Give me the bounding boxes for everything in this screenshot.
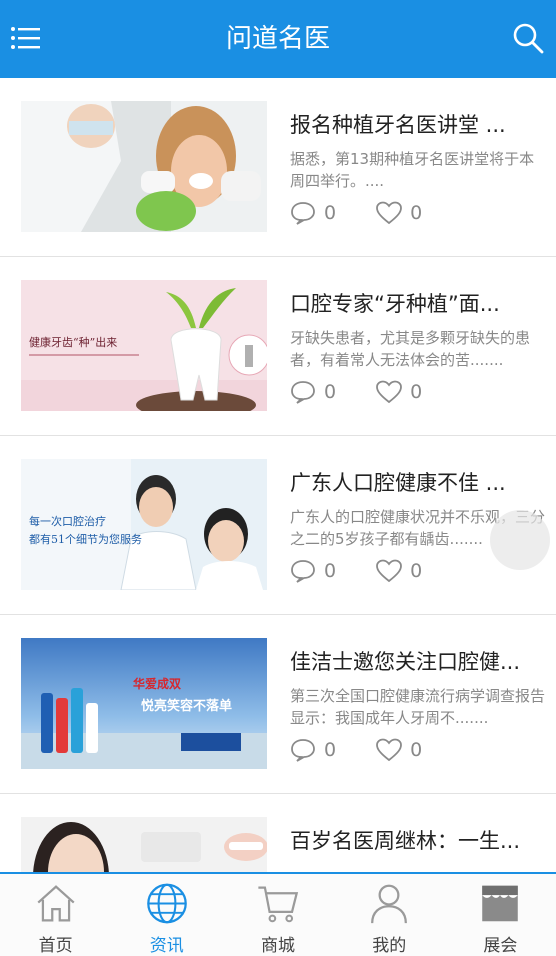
globe-icon — [146, 883, 187, 924]
toothpaste-ad-banner: 华爱成双 悦亮笑容不落单 — [21, 638, 267, 769]
home-icon — [37, 885, 75, 922]
comment-count-value: 0 — [324, 381, 337, 403]
comment-count-value: 0 — [324, 739, 337, 761]
like-count-value: 0 — [410, 202, 423, 224]
dentist-patient-photo — [21, 101, 267, 232]
article-stats: 0 0 — [290, 558, 462, 584]
search-icon[interactable] — [512, 22, 544, 54]
like-count-value: 0 — [410, 560, 423, 582]
store-icon — [482, 885, 519, 922]
heart-icon — [376, 201, 402, 225]
banner-text-2: 悦亮笑容不落单 — [141, 698, 232, 714]
page-title: 问道名医 — [225, 24, 330, 54]
list-item[interactable]: 每一次口腔治疗 都有51个细节为您服务 广东人口腔健康不佳 ... 广东人的口腔… — [0, 436, 556, 615]
tab-label: 商城 — [261, 936, 295, 956]
article-summary — [290, 864, 548, 872]
list-item[interactable]: 华爱成双 悦亮笑容不落单 佳洁士邀您关注口腔健... 第三次全国口腔健康流行病学… — [0, 615, 556, 794]
article-summary: 据悉，第13期种植牙名医讲堂将于本周四举行。.... — [290, 150, 535, 190]
article-thumbnail[interactable] — [21, 101, 267, 232]
article-stats: 0 0 — [290, 379, 462, 405]
article-thumbnail[interactable]: 健康牙齿“种”出来 — [21, 280, 267, 411]
article-title[interactable]: 佳洁士邀您关注口腔健... — [290, 647, 548, 677]
like-count-value: 0 — [410, 739, 423, 761]
banner-text-2: 都有51个细节为您服务 — [29, 532, 142, 546]
list-item[interactable]: 百岁名医周继林：一生... — [0, 794, 556, 872]
article-thumbnail[interactable]: 华爱成双 悦亮笑容不落单 — [21, 638, 267, 769]
banner-text: 健康牙齿“种”出来 — [29, 335, 117, 349]
article-stats: 0 0 — [290, 737, 462, 763]
list-item[interactable]: 健康牙齿“种”出来 口腔专家“牙种植”面... 牙缺失患者，尤其是多颗牙缺失的患… — [0, 257, 556, 436]
like-count-value: 0 — [410, 381, 423, 403]
list-item[interactable]: 报名种植牙名医讲堂 ... 据悉，第13期种植牙名医讲堂将于本周四举行。....… — [0, 78, 556, 257]
article-thumbnail[interactable]: 每一次口腔治疗 都有51个细节为您服务 — [21, 459, 267, 590]
comment-count-value: 0 — [324, 202, 337, 224]
tab-label: 首页 — [38, 936, 73, 956]
tab-shop[interactable]: 商城 — [222, 874, 333, 956]
tab-home[interactable]: 首页 — [0, 874, 111, 956]
bottom-tab-bar: 首页 资讯 商城 我的 展会 — [0, 872, 556, 956]
app-header: 问道名医 — [0, 0, 556, 78]
user-icon — [371, 884, 408, 924]
article-list[interactable]: 报名种植牙名医讲堂 ... 据悉，第13期种植牙名医讲堂将于本周四举行。....… — [0, 78, 556, 872]
tab-news[interactable]: 资讯 — [111, 874, 222, 956]
comment-icon — [291, 739, 315, 762]
comment-count[interactable]: 0 — [290, 201, 336, 225]
article-title[interactable]: 口腔专家“牙种植”面... — [290, 289, 548, 319]
healthy-tooth-banner: 健康牙齿“种”出来 — [21, 280, 267, 411]
like-count[interactable]: 0 — [376, 201, 422, 225]
heart-icon — [376, 559, 402, 583]
heart-icon — [376, 738, 402, 762]
article-thumbnail[interactable] — [21, 817, 267, 872]
comment-icon — [291, 381, 315, 404]
tab-expo[interactable]: 展会 — [445, 874, 556, 956]
article-summary: 牙缺失患者，尤其是多颗牙缺失的患者，有着常人无法体会的苦....... — [290, 329, 531, 369]
like-count[interactable]: 0 — [376, 380, 422, 404]
cart-icon — [258, 886, 299, 923]
dental-service-banner: 每一次口腔治疗 都有51个细节为您服务 — [21, 459, 267, 590]
tab-label: 展会 — [483, 936, 518, 956]
banner-text-1: 每一次口腔治疗 — [29, 514, 106, 528]
heart-icon — [376, 380, 402, 404]
banner-text-1: 华爱成双 — [133, 676, 181, 691]
comment-count-value: 0 — [324, 560, 337, 582]
comment-count[interactable]: 0 — [290, 559, 336, 583]
smile-photo — [21, 817, 267, 872]
scroll-indicator[interactable] — [490, 510, 550, 570]
comment-count[interactable]: 0 — [290, 380, 336, 404]
tab-mine[interactable]: 我的 — [334, 874, 445, 956]
comment-count[interactable]: 0 — [290, 738, 336, 762]
comment-icon — [291, 560, 315, 583]
article-title[interactable]: 报名种植牙名医讲堂 ... — [290, 110, 548, 140]
tab-label: 我的 — [372, 936, 407, 956]
article-stats: 0 0 — [290, 200, 462, 226]
tab-label: 资讯 — [149, 936, 184, 956]
like-count[interactable]: 0 — [376, 738, 422, 762]
article-title[interactable]: 百岁名医周继林：一生... — [290, 826, 548, 856]
like-count[interactable]: 0 — [376, 559, 422, 583]
article-title[interactable]: 广东人口腔健康不佳 ... — [290, 468, 548, 498]
comment-icon — [291, 202, 315, 225]
article-summary: 第三次全国口腔健康流行病学调查报告显示：我国成年人牙周不....... — [290, 687, 546, 727]
